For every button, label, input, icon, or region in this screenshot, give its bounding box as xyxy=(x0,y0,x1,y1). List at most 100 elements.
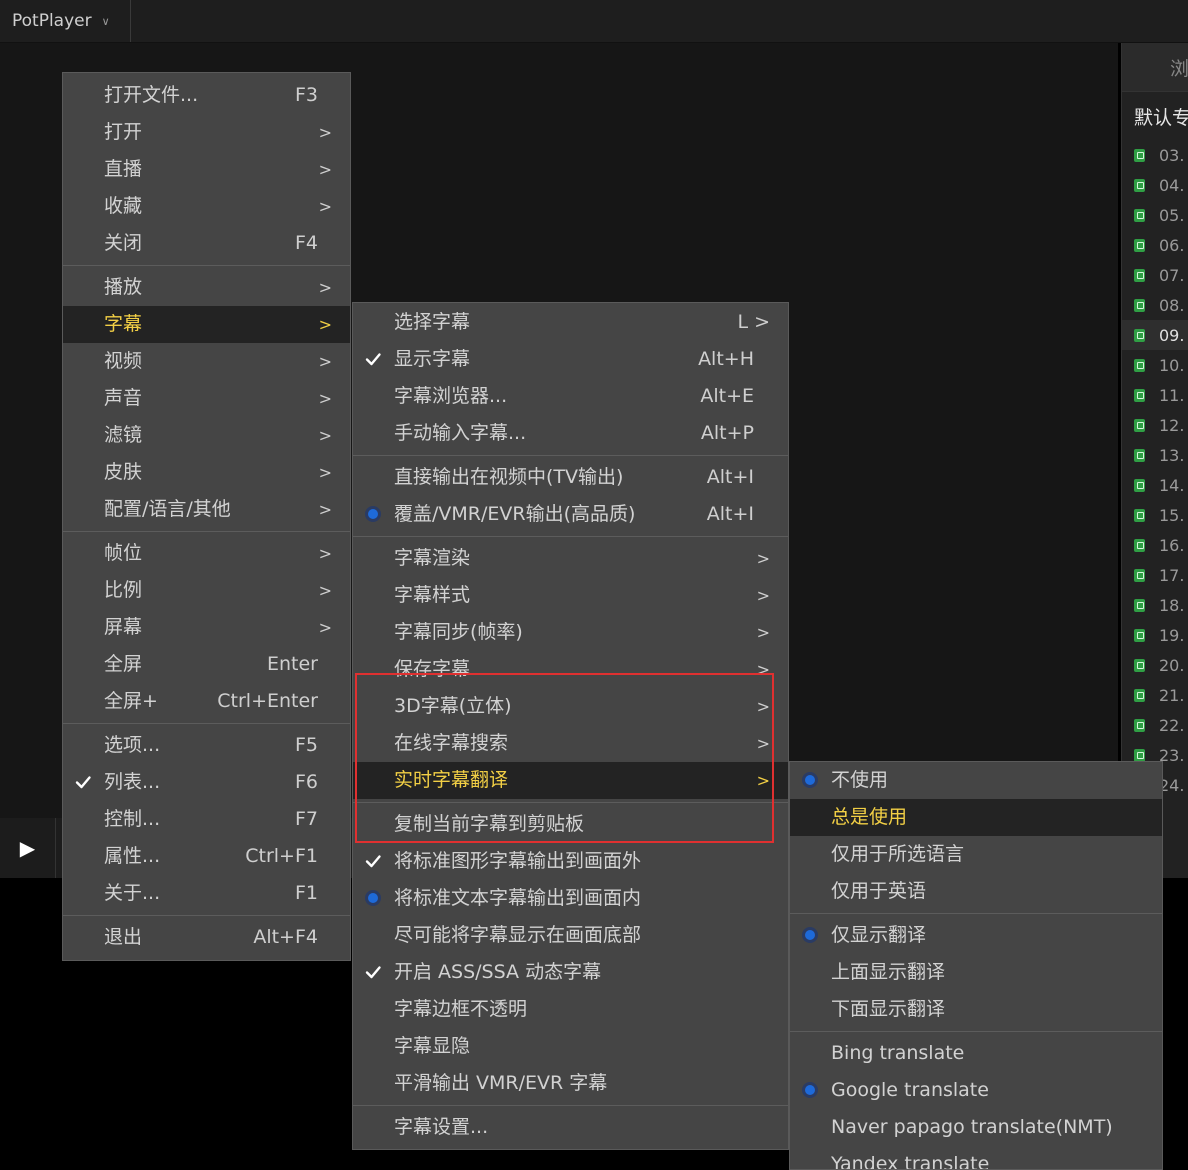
menu-item-ass-ssa-animation[interactable]: 开启 ASS/SSA 动态字幕 xyxy=(353,954,788,991)
menu-item-control[interactable]: 控制... F7 xyxy=(63,801,350,838)
menu-item-tv-output[interactable]: 直接输出在视频中(TV输出) Alt+I xyxy=(353,459,788,496)
playlist-item-label: 03. xyxy=(1159,145,1185,165)
menu-item-filters[interactable]: 滤镜 > xyxy=(63,417,350,454)
menu-item-translation-above[interactable]: 上面显示翻译 xyxy=(790,954,1162,991)
menu-item-copy-subtitle[interactable]: 复制当前字幕到剪贴板 xyxy=(353,806,788,843)
playlist-item-label: 18. xyxy=(1159,595,1185,615)
menu-item-naver-papago[interactable]: Naver papago translate(NMT) xyxy=(790,1109,1162,1146)
subtitle-file-icon xyxy=(1134,478,1145,492)
playlist-item-label: 15. xyxy=(1159,505,1185,525)
playlist-item[interactable]: 07. xyxy=(1122,260,1188,290)
radio-selected-icon xyxy=(800,1080,820,1100)
menu-item-open-file[interactable]: 打开文件... F3 xyxy=(63,77,350,114)
menu-item-3d-subtitle[interactable]: 3D字幕(立体) > xyxy=(353,688,788,725)
menu-item-about[interactable]: 关于... F1 xyxy=(63,875,350,912)
menu-item-show-translation-only[interactable]: 仅显示翻译 xyxy=(790,917,1162,954)
chevron-down-icon: ∨ xyxy=(101,14,110,28)
menu-item-select-subtitle[interactable]: 选择字幕 L > xyxy=(353,304,788,341)
menu-item-screen[interactable]: 屏幕 > xyxy=(63,609,350,646)
menu-item-google-translate[interactable]: Google translate xyxy=(790,1072,1162,1109)
menu-item-frame[interactable]: 帧位 > xyxy=(63,535,350,572)
menu-item-close[interactable]: 关闭 F4 xyxy=(63,225,350,262)
menu-item-fullscreen-plus[interactable]: 全屏+ Ctrl+Enter xyxy=(63,683,350,720)
menu-item-options[interactable]: 选项... F5 xyxy=(63,727,350,764)
subtitle-file-icon xyxy=(1134,658,1145,672)
subtitle-file-icon xyxy=(1134,148,1145,162)
menu-item-translate-selected-language[interactable]: 仅用于所选语言 xyxy=(790,836,1162,873)
subtitle-file-icon xyxy=(1134,208,1145,222)
playlist-item[interactable]: 19. xyxy=(1122,620,1188,650)
playlist-item[interactable]: 22. xyxy=(1122,710,1188,740)
playlist-item-label: 21. xyxy=(1159,685,1185,705)
menu-item-open[interactable]: 打开 > xyxy=(63,114,350,151)
menu-item-exit[interactable]: 退出 Alt+F4 xyxy=(63,919,350,956)
playlist-item[interactable]: 21. xyxy=(1122,680,1188,710)
checkmark-icon xyxy=(73,772,93,792)
menu-item-realtime-translation[interactable]: 实时字幕翻译 > xyxy=(353,762,788,799)
menu-item-playback[interactable]: 播放 > xyxy=(63,269,350,306)
playlist-item[interactable]: 17. xyxy=(1122,560,1188,590)
menu-item-fullscreen[interactable]: 全屏 Enter xyxy=(63,646,350,683)
radio-selected-icon xyxy=(363,888,383,908)
playlist-item[interactable]: 06. xyxy=(1122,230,1188,260)
menu-item-online-subtitle-search[interactable]: 在线字幕搜索 > xyxy=(353,725,788,762)
menu-item-video[interactable]: 视频 > xyxy=(63,343,350,380)
menu-item-subtitle-settings[interactable]: 字幕设置... xyxy=(353,1109,788,1146)
playlist-item[interactable]: 05. xyxy=(1122,200,1188,230)
playlist-item[interactable]: 11. xyxy=(1122,380,1188,410)
menu-item-bing-translate[interactable]: Bing translate xyxy=(790,1035,1162,1072)
menu-item-config-language[interactable]: 配置/语言/其他 > xyxy=(63,491,350,528)
menu-item-skins[interactable]: 皮肤 > xyxy=(63,454,350,491)
playlist-item-label: 06. xyxy=(1159,235,1185,255)
playlist-item[interactable]: 18. xyxy=(1122,590,1188,620)
menu-item-overlay-output[interactable]: 覆盖/VMR/EVR输出(高品质) Alt+I xyxy=(353,496,788,533)
playlist-item[interactable]: 09. xyxy=(1122,320,1188,350)
menu-item-subtitle-bottom[interactable]: 尽可能将字幕显示在画面底部 xyxy=(353,917,788,954)
menu-item-live[interactable]: 直播 > xyxy=(63,151,350,188)
playlist-item[interactable]: 15. xyxy=(1122,500,1188,530)
menu-item-manual-subtitle[interactable]: 手动输入字幕... Alt+P xyxy=(353,415,788,452)
menu-item-favorites[interactable]: 收藏 > xyxy=(63,188,350,225)
playlist-item[interactable]: 16. xyxy=(1122,530,1188,560)
playlist-item-label: 05. xyxy=(1159,205,1185,225)
menu-item-subtitle-render[interactable]: 字幕渲染 > xyxy=(353,540,788,577)
playlist-title[interactable]: 默认专 xyxy=(1122,92,1188,140)
menu-item-subtitle-sync[interactable]: 字幕同步(帧率) > xyxy=(353,614,788,651)
playlist-item[interactable]: 14. xyxy=(1122,470,1188,500)
menu-item-show-subtitle[interactable]: 显示字幕 Alt+H xyxy=(353,341,788,378)
menu-item-opaque-border[interactable]: 字幕边框不透明 xyxy=(353,991,788,1028)
playlist-item[interactable]: 20. xyxy=(1122,650,1188,680)
subtitle-file-icon xyxy=(1134,718,1145,732)
menu-item-translate-off[interactable]: 不使用 xyxy=(790,762,1162,799)
menu-item-subtitles[interactable]: 字幕 > xyxy=(63,306,350,343)
subtitle-file-icon xyxy=(1134,598,1145,612)
menu-item-translate-english-only[interactable]: 仅用于英语 xyxy=(790,873,1162,910)
playlist-item[interactable]: 04. xyxy=(1122,170,1188,200)
menu-item-text-subtitle-inside[interactable]: 将标准文本字幕输出到画面内 xyxy=(353,880,788,917)
menu-item-aspect[interactable]: 比例 > xyxy=(63,572,350,609)
subtitle-file-icon xyxy=(1134,448,1145,462)
menu-item-toggle-subtitle[interactable]: 字幕显隐 xyxy=(353,1028,788,1065)
subtitle-file-icon xyxy=(1134,298,1145,312)
menu-item-subtitle-style[interactable]: 字幕样式 > xyxy=(353,577,788,614)
menu-item-smooth-vmr-evr[interactable]: 平滑输出 VMR/EVR 字幕 xyxy=(353,1065,788,1102)
playlist-item[interactable]: 12. xyxy=(1122,410,1188,440)
menu-item-save-subtitle[interactable]: 保存字幕 > xyxy=(353,651,788,688)
menu-item-translation-below[interactable]: 下面显示翻译 xyxy=(790,991,1162,1028)
playlist-tab[interactable]: 浏 xyxy=(1122,43,1188,92)
menu-item-yandex-translate[interactable]: Yandex translate xyxy=(790,1146,1162,1169)
app-menu-button[interactable]: PotPlayer ∨ xyxy=(0,0,131,42)
menu-item-audio[interactable]: 声音 > xyxy=(63,380,350,417)
playlist-item[interactable]: 10. xyxy=(1122,350,1188,380)
menu-item-graphic-subtitle-outside[interactable]: 将标准图形字幕输出到画面外 xyxy=(353,843,788,880)
play-button[interactable]: ▶ xyxy=(0,818,56,878)
playlist-item[interactable]: 08. xyxy=(1122,290,1188,320)
playlist-item[interactable]: 03. xyxy=(1122,140,1188,170)
menu-item-translate-always[interactable]: 总是使用 xyxy=(790,799,1162,836)
subtitle-file-icon xyxy=(1134,178,1145,192)
menu-item-playlist[interactable]: 列表... F6 xyxy=(63,764,350,801)
playlist-item[interactable]: 13. xyxy=(1122,440,1188,470)
menu-item-properties[interactable]: 属性... Ctrl+F1 xyxy=(63,838,350,875)
menu-item-subtitle-browser[interactable]: 字幕浏览器... Alt+E xyxy=(353,378,788,415)
play-icon: ▶ xyxy=(19,836,36,860)
